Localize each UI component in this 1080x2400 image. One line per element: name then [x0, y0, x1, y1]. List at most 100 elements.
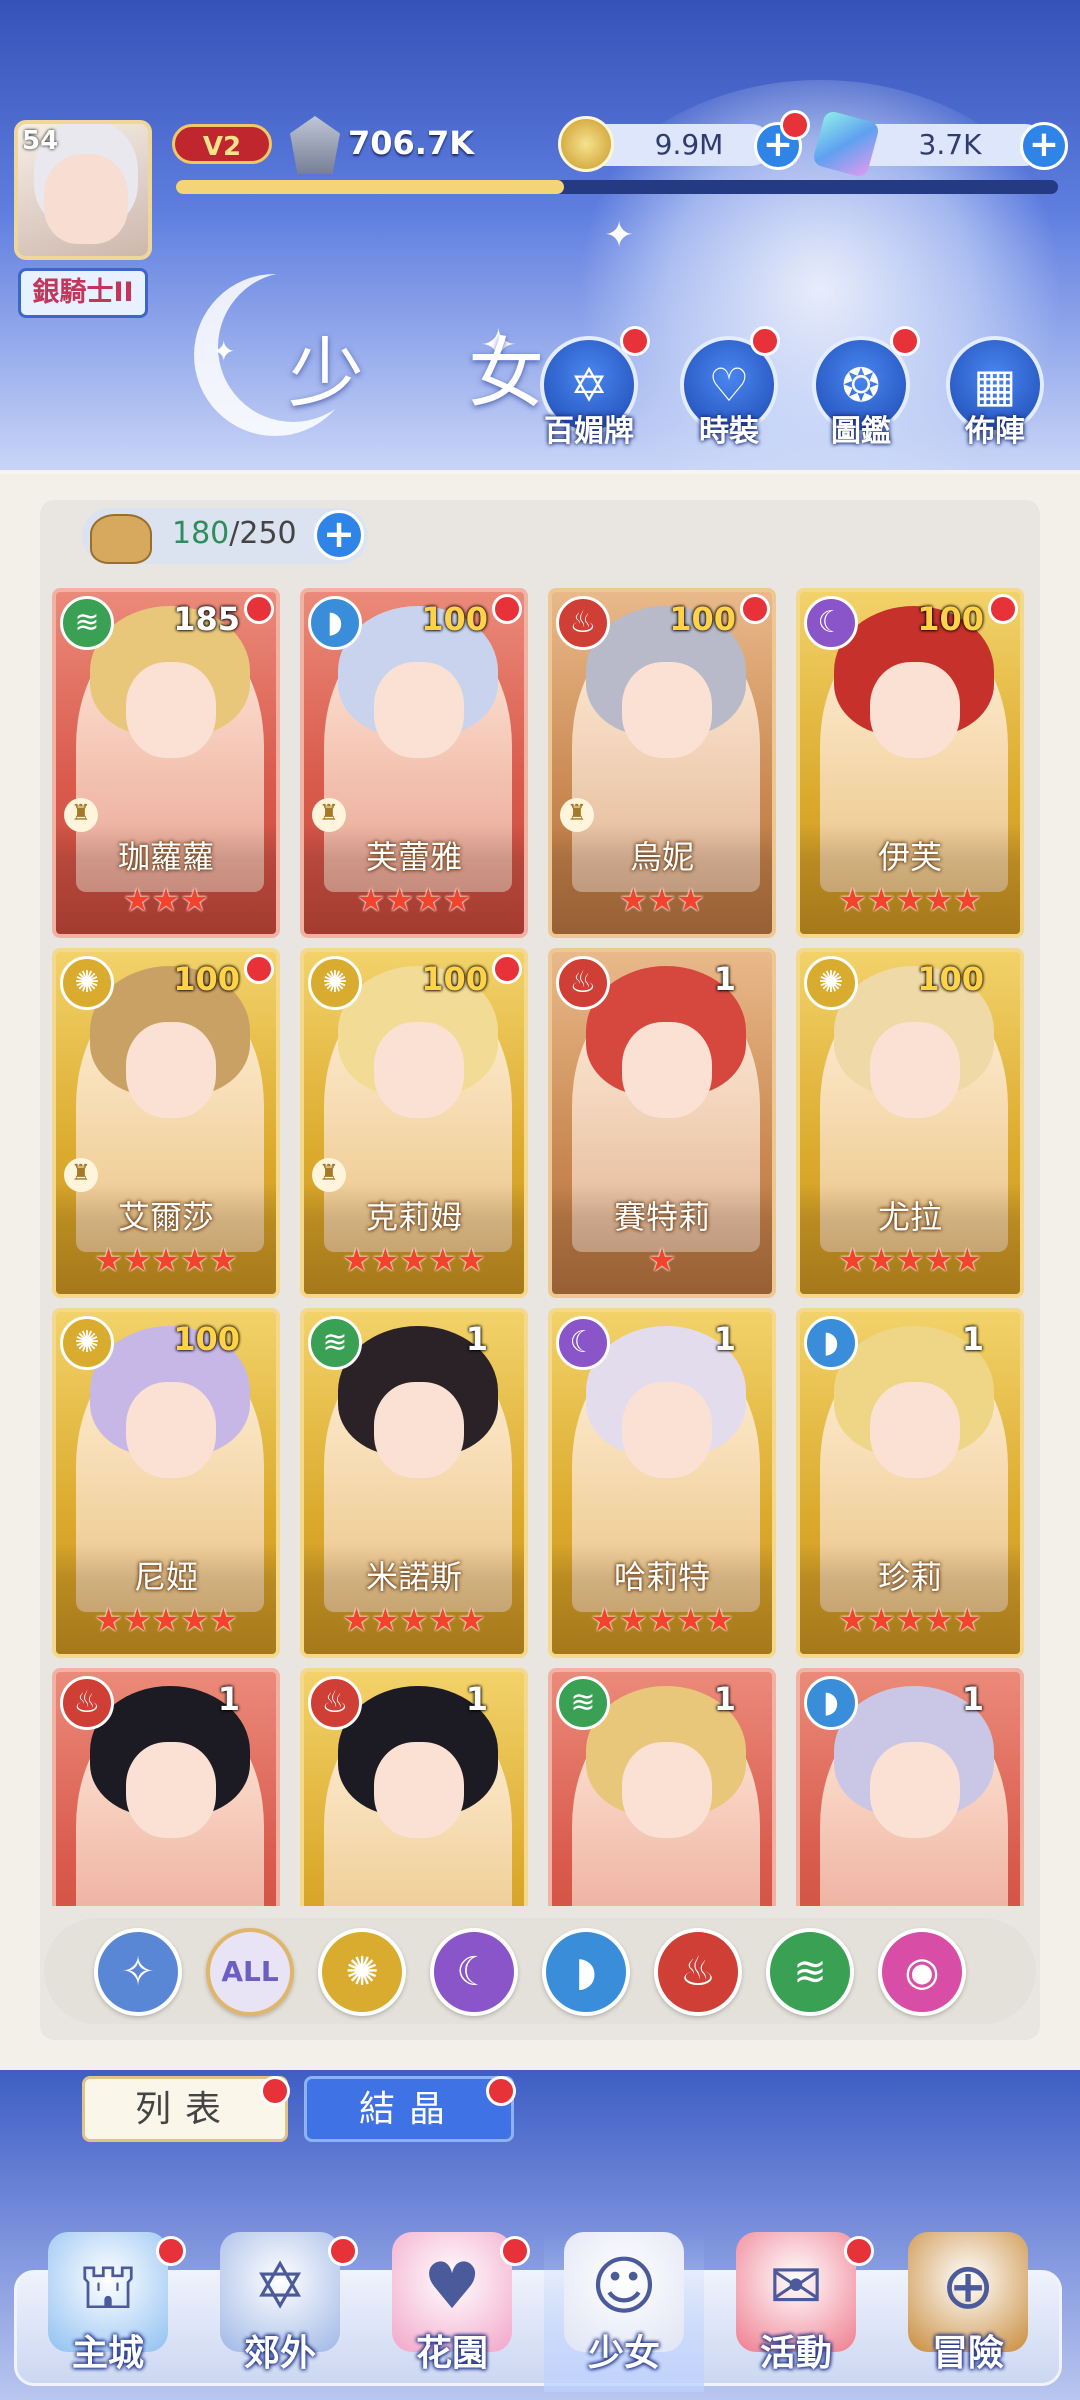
xp-bar [176, 180, 1058, 194]
character-card[interactable]: ✺ 100 克莉姆 ★★★★★ ♜ [300, 948, 528, 1298]
character-card[interactable]: ♨ 1 [300, 1668, 528, 1906]
expand-capacity-button[interactable]: + [314, 510, 364, 560]
notification-dot [486, 2076, 516, 2106]
portrait-face [870, 1742, 960, 1838]
nav-item-compass[interactable]: ⊕ 冒險 [888, 2232, 1048, 2392]
character-card[interactable]: ✺ 100 艾爾莎 ★★★★★ ♜ [52, 948, 280, 1298]
character-card[interactable]: ☾ 1 哈莉特 ★★★★★ [548, 1308, 776, 1658]
card-icon: ✡ [569, 358, 609, 412]
portrait-face [622, 1382, 712, 1478]
quick-label-cards[interactable]: 百媚牌 [524, 406, 654, 450]
character-card[interactable]: ◗ 1 珍莉 ★★★★★ [796, 1308, 1024, 1658]
notification-dot [844, 2236, 874, 2266]
moon-element-icon: ☾ [804, 596, 858, 650]
quick-label-codex[interactable]: 圖鑑 [796, 406, 926, 450]
filter-wind-icon[interactable]: ≋ [766, 1928, 854, 2016]
team-badge-icon: ♜ [64, 1158, 98, 1192]
portrait-face [374, 662, 464, 758]
character-level: 100 [669, 600, 736, 638]
team-badge-icon: ♜ [312, 798, 346, 832]
notification-dot [492, 954, 522, 984]
notification-dot [500, 2236, 530, 2266]
nav-item-gift[interactable]: ✉ 活動 [716, 2232, 876, 2392]
character-name: 艾爾莎 [117, 1198, 214, 1236]
xp-bar-fill [176, 180, 565, 194]
portrait-face [126, 1742, 216, 1838]
character-card[interactable]: ≋ 1 [548, 1668, 776, 1906]
sun-element-icon: ✺ [60, 956, 114, 1010]
water-element-icon: ◗ [804, 1676, 858, 1730]
filter-fire-icon[interactable]: ♨ [654, 1928, 742, 2016]
nav-label: 冒險 [931, 2333, 1004, 2374]
character-card[interactable]: ≋ 1 米諾斯 ★★★★★ [300, 1308, 528, 1658]
filter-special-icon[interactable]: ✧ [94, 1928, 182, 2016]
character-level: 1 [713, 1320, 736, 1358]
character-name: 烏妮 [629, 838, 694, 876]
nav-item-castle[interactable]: ⛫ 主城 [28, 2232, 188, 2392]
filter-all-button[interactable]: ALL [206, 1928, 294, 2016]
vip-badge[interactable]: V2 [172, 124, 272, 164]
portrait-face [126, 662, 216, 758]
character-grid: ≋ 185 珈蘿蘿 ★★★ ♜ ◗ 100 芙蕾雅 ★★★★ ♜ ♨ 100 烏妮 ★★★ ♜ ☾ 100 伊芙 ★… [52, 588, 1028, 1906]
character-card[interactable]: ☾ 100 伊芙 ★★★★★ [796, 588, 1024, 938]
wind-element-icon: ≋ [60, 596, 114, 650]
character-card[interactable]: ♨ 1 [52, 1668, 280, 1906]
star-rating: ★★★★★ [838, 881, 982, 919]
character-name: 賽特莉 [613, 1198, 710, 1236]
star-rating: ★★★ [122, 881, 210, 919]
portrait-face [870, 662, 960, 758]
star-rating: ★★★★★ [838, 1601, 982, 1639]
filter-moon-icon[interactable]: ☾ [430, 1928, 518, 2016]
water-element-icon: ◗ [308, 596, 362, 650]
notification-dot [890, 326, 920, 356]
star-rating: ★★★ [618, 881, 706, 919]
character-level: 100 [917, 600, 984, 638]
portrait-face [374, 1382, 464, 1478]
character-card[interactable]: ✺ 100 尤拉 ★★★★★ [796, 948, 1024, 1298]
character-card[interactable]: ≋ 185 珈蘿蘿 ★★★ ♜ [52, 588, 280, 938]
star-rating: ★★★★★ [94, 1601, 238, 1639]
character-level: 1 [465, 1320, 488, 1358]
notification-dot [988, 594, 1018, 624]
tab-list[interactable]: 列表 [82, 2076, 288, 2142]
book-icon: ❂ [841, 358, 881, 412]
character-card[interactable]: ◗ 1 [796, 1668, 1024, 1906]
character-level: 100 [421, 960, 488, 998]
character-card[interactable]: ◗ 100 芙蕾雅 ★★★★ ♜ [300, 588, 528, 938]
player-avatar[interactable]: 54 [14, 120, 152, 260]
sun-element-icon: ✺ [60, 1316, 114, 1370]
quick-label-formation[interactable]: 佈陣 [930, 406, 1060, 450]
wind-element-icon: ≋ [308, 1316, 362, 1370]
avatar-portrait [44, 154, 128, 244]
gold-value: 9.9M [654, 128, 724, 161]
character-level: 1 [961, 1680, 984, 1718]
filter-sun-icon[interactable]: ✺ [318, 1928, 406, 2016]
filter-water-icon[interactable]: ◗ [542, 1928, 630, 2016]
quick-label-outfit[interactable]: 時裝 [664, 406, 794, 450]
character-card[interactable]: ♨ 1 賽特莉 ★ [548, 948, 776, 1298]
character-level: 1 [713, 1680, 736, 1718]
moon-element-icon: ☾ [556, 1316, 610, 1370]
outfit-icon: ♡ [708, 358, 750, 412]
nav-item-girl[interactable]: ☺ 少女 [544, 2232, 704, 2392]
fire-element-icon: ♨ [308, 1676, 362, 1730]
filter-charm-icon[interactable]: ◉ [878, 1928, 966, 2016]
character-level: 100 [173, 1320, 240, 1358]
notification-dot [492, 594, 522, 624]
portrait-face [622, 1742, 712, 1838]
sun-element-icon: ✺ [804, 956, 858, 1010]
nav-item-heart[interactable]: ♥ 花園 [372, 2232, 532, 2392]
nav-label: 花園 [415, 2333, 488, 2374]
character-level: 1 [217, 1680, 240, 1718]
portrait-face [126, 1382, 216, 1478]
character-name: 芙蕾雅 [365, 838, 462, 876]
fire-element-icon: ♨ [556, 956, 610, 1010]
character-name: 米諾斯 [365, 1558, 462, 1596]
nav-item-portal[interactable]: ✡ 郊外 [200, 2232, 360, 2392]
tab-crystal[interactable]: 結晶 [304, 2076, 514, 2142]
character-card[interactable]: ✺ 100 尼婭 ★★★★★ [52, 1308, 280, 1658]
sparkle-icon: ✦ [604, 215, 635, 256]
add-gem-button[interactable]: + [1020, 122, 1068, 170]
star-rating: ★★★★★ [838, 1241, 982, 1279]
character-card[interactable]: ♨ 100 烏妮 ★★★ ♜ [548, 588, 776, 938]
